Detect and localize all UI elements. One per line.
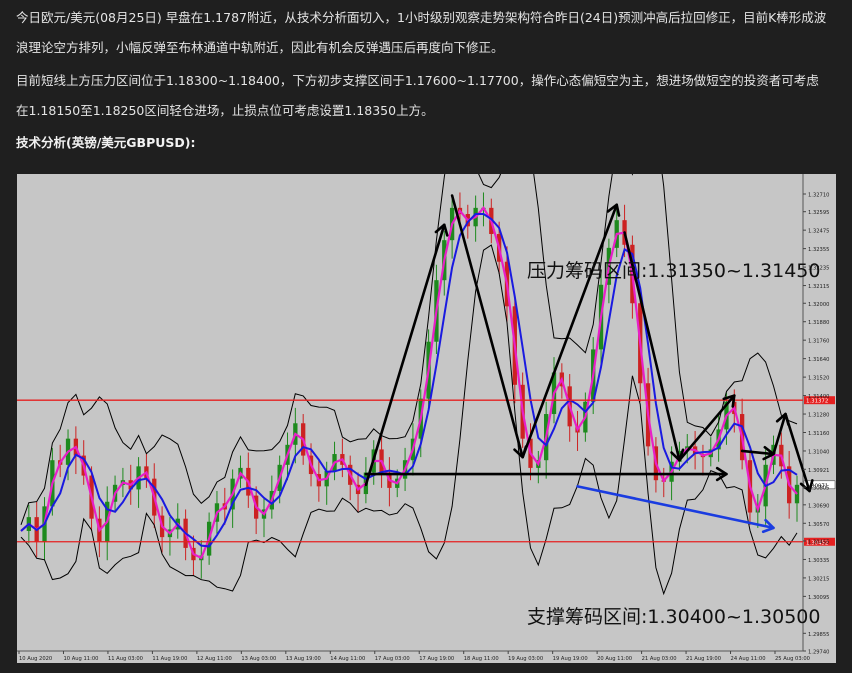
trade-plan-paragraph: 目前短线上方压力区间位于1.18300~1.18400，下方初步支撑区间于1.1… <box>16 73 819 118</box>
price-tick-label: 1.29855 <box>808 632 829 638</box>
analysis-paragraph-eurusd: 今日欧元/美元(08月25日) 早盘在1.1787附近，从技术分析面切入，1小时… <box>16 10 827 55</box>
price-tick-label: 1.31160 <box>808 431 829 437</box>
price-tick-label: 1.31400 <box>808 394 829 400</box>
price-tick-label: 1.30095 <box>808 595 829 601</box>
time-tick-label: 18 Aug 11:00 <box>464 656 499 662</box>
price-tick-label: 1.30335 <box>808 558 829 564</box>
price-tick-label: 1.29740 <box>808 650 829 656</box>
price-tick-label: 1.30690 <box>808 503 829 509</box>
price-tick-label: 1.30805 <box>808 486 829 492</box>
support-zone-label: 支撑筹码区间:1.30400~1.30500 <box>527 606 820 628</box>
time-tick-label: 10 Aug 11:00 <box>63 656 98 662</box>
time-tick-label: 13 Aug 19:00 <box>286 656 321 662</box>
price-tick-label: 1.31280 <box>808 413 829 419</box>
price-chart: 1.31372 1.30452 1.30971 1.32710 1.32595 1.32… <box>17 117 836 663</box>
time-tick-label: 21 Aug 19:00 <box>686 656 721 662</box>
time-tick-label: 10 Aug 2020 <box>19 656 52 662</box>
price-tick-label: 1.32595 <box>808 210 829 216</box>
resistance-zone-label: 压力筹码区间:1.31350~1.31450 <box>527 260 820 282</box>
time-tick-label: 11 Aug 03:00 <box>108 656 143 662</box>
price-tick-label: 1.30455 <box>808 539 829 545</box>
price-tick-label: 1.31880 <box>808 320 829 326</box>
price-tick-label: 1.31760 <box>808 339 829 345</box>
time-tick-label: 12 Aug 11:00 <box>197 656 232 662</box>
time-tick-label: 19 Aug 19:00 <box>553 656 588 662</box>
time-tick-label: 11 Aug 19:00 <box>152 656 187 662</box>
time-tick-label: 14 Aug 11:00 <box>330 656 365 662</box>
time-tick-label: 19 Aug 03:00 <box>508 656 543 662</box>
section-heading-gbpusd: 技术分析(英镑/美元GBPUSD): <box>16 135 196 150</box>
price-tick-label: 1.32000 <box>808 302 829 308</box>
price-tick-label: 1.30215 <box>808 576 829 582</box>
price-tick-label: 1.30921 <box>808 468 829 474</box>
price-tick-label: 1.32475 <box>808 229 829 235</box>
price-tick-label: 1.31640 <box>808 357 829 363</box>
price-tick-label: 1.31040 <box>808 449 829 455</box>
chart-canvas: 1.313721.304521.30971 1.327101.325951.32… <box>17 117 836 663</box>
price-tick-label: 1.32710 <box>808 193 829 199</box>
time-tick-label: 17 Aug 19:00 <box>419 656 454 662</box>
time-tick-label: 20 Aug 11:00 <box>597 656 632 662</box>
time-tick-label: 21 Aug 03:00 <box>642 656 677 662</box>
price-tick-label: 1.31520 <box>808 376 829 382</box>
price-tick-label: 1.30570 <box>808 522 829 528</box>
price-tick-label: 1.32115 <box>808 284 829 290</box>
time-tick-label: 24 Aug 11:00 <box>731 656 766 662</box>
time-tick-label: 17 Aug 03:00 <box>375 656 410 662</box>
time-tick-label: 13 Aug 03:00 <box>241 656 276 662</box>
time-tick-label: 25 Aug 03:00 <box>775 656 810 662</box>
price-tick-label: 1.32355 <box>808 247 829 253</box>
